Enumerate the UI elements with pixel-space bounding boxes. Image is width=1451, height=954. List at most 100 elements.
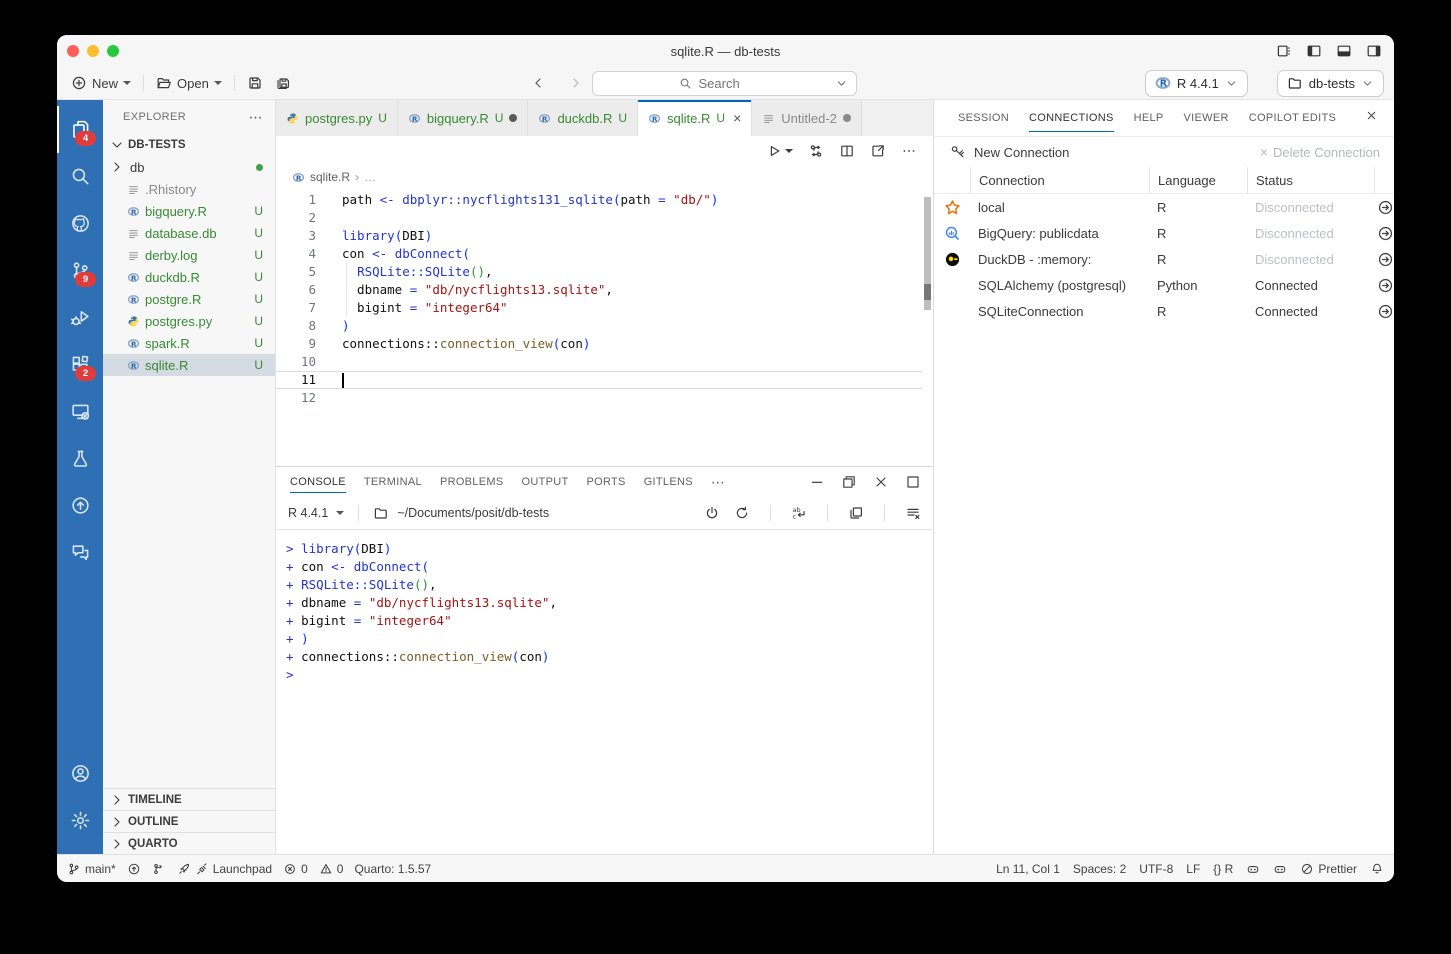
chevron-down-icon[interactable]: [835, 77, 848, 90]
sidebar-item-spark.R[interactable]: Rspark.RU: [103, 332, 275, 354]
toggle-panel-icon[interactable]: [1336, 43, 1352, 59]
navigate-back-icon[interactable]: [530, 75, 546, 91]
console-interpreter[interactable]: R 4.4.1: [288, 506, 328, 520]
right-tab-help[interactable]: HELP: [1134, 100, 1164, 136]
status-git-branch[interactable]: main*: [67, 862, 116, 876]
move-console-icon[interactable]: [848, 505, 864, 521]
right-tab-connections[interactable]: CONNECTIONS: [1029, 100, 1114, 136]
sidebar-item-database.db[interactable]: database.dbU: [103, 222, 275, 244]
split-editor-button[interactable]: [839, 143, 855, 159]
panel-tab-problems[interactable]: PROBLEMS: [440, 467, 504, 497]
shutdown-session-icon[interactable]: [704, 505, 720, 521]
code-editor[interactable]: 1path <- dbplyr::nycflights131_sqlite(pa…: [276, 189, 933, 466]
close-window-button[interactable]: [67, 45, 79, 57]
maximize-panel-button[interactable]: [905, 474, 921, 490]
sidebar-item-derby.log[interactable]: derby.logU: [103, 244, 275, 266]
activity-item-settings[interactable]: [57, 797, 103, 844]
column-header-status[interactable]: Status: [1247, 167, 1374, 193]
sidebar-item-db[interactable]: db: [103, 156, 275, 178]
connection-row-local[interactable]: localRDisconnected: [934, 194, 1394, 220]
status-copilot[interactable]: [1246, 862, 1260, 876]
source-script-button[interactable]: [808, 143, 824, 159]
breadcrumb[interactable]: R sqlite.R › …: [276, 165, 933, 189]
status-encoding[interactable]: UTF-8: [1139, 862, 1173, 876]
status-publish-changes[interactable]: [127, 862, 141, 876]
close-tab-icon[interactable]: ×: [733, 110, 741, 126]
sidebar-item-.Rhistory[interactable]: .Rhistory: [103, 178, 275, 200]
activity-item-extensions[interactable]: 2: [57, 341, 103, 388]
sidebar-item-postgres.py[interactable]: postgres.pyU: [103, 310, 275, 332]
panel-tab-output[interactable]: OUTPUT: [521, 467, 568, 497]
activity-item-search[interactable]: [57, 153, 103, 200]
tab-postgres.py[interactable]: postgres.pyU: [276, 100, 398, 136]
delete-connection-button[interactable]: × Delete Connection: [1260, 144, 1380, 160]
status-copilot-2[interactable]: [1273, 862, 1287, 876]
minimize-window-button[interactable]: [87, 45, 99, 57]
status-errors[interactable]: 0: [283, 862, 308, 876]
activity-item-run-and-debug[interactable]: [57, 294, 103, 341]
explorer-more-actions-icon[interactable]: ⋯: [249, 109, 263, 126]
close-right-panel-button[interactable]: [1365, 109, 1378, 127]
save-button[interactable]: [241, 75, 269, 91]
connection-row-SQLiteConnection[interactable]: SQLiteConnectionRConnected: [934, 298, 1394, 324]
clear-console-icon[interactable]: [905, 505, 921, 521]
open-button[interactable]: Open: [150, 75, 228, 91]
restore-panel-button[interactable]: [841, 474, 857, 490]
command-search-box[interactable]: [592, 71, 857, 96]
status-notifications[interactable]: [1370, 862, 1384, 876]
new-connection-button[interactable]: New Connection: [974, 145, 1069, 160]
workspace-picker[interactable]: db-tests: [1277, 70, 1384, 97]
activity-item-remote-explorer[interactable]: [57, 388, 103, 435]
status-gitlens[interactable]: [152, 862, 166, 876]
toggle-primary-sidebar-icon[interactable]: [1306, 43, 1322, 59]
connect-arrow-icon[interactable]: [1377, 225, 1394, 242]
interpreter-picker[interactable]: R R 4.4.1: [1145, 70, 1248, 97]
status-warnings[interactable]: 0: [319, 862, 344, 876]
console-output[interactable]: > library(DBI)+ con <- dbConnect(+ RSQLi…: [276, 530, 933, 854]
restart-session-icon[interactable]: [734, 505, 750, 521]
status-prettier[interactable]: Prettier: [1300, 862, 1357, 876]
tab-Untitled-2[interactable]: Untitled-2: [752, 100, 862, 136]
new-button[interactable]: New: [65, 75, 137, 91]
panel-tab-terminal[interactable]: TERMINAL: [364, 467, 422, 497]
toggle-secondary-sidebar-icon[interactable]: [1366, 43, 1382, 59]
tab-sqlite.R[interactable]: Rsqlite.RU×: [638, 100, 752, 136]
panel-tab-gitlens[interactable]: GITLENS: [644, 467, 693, 497]
activity-item-source-control[interactable]: 9: [57, 247, 103, 294]
tab-duckdb.R[interactable]: Rduckdb.RU: [528, 100, 638, 136]
activity-item-publish[interactable]: [57, 482, 103, 529]
activity-item-accounts[interactable]: [57, 750, 103, 797]
sidebar-section-timeline[interactable]: TIMELINE: [103, 788, 275, 810]
close-panel-button[interactable]: [873, 474, 889, 490]
connection-row-SQLAlchemy[interactable]: SQLAlchemy (postgresql)PythonConnected: [934, 272, 1394, 298]
activity-item-explorer[interactable]: 4: [57, 106, 103, 153]
minimize-panel-button[interactable]: [809, 474, 825, 490]
open-in-new-window-button[interactable]: [870, 143, 886, 159]
workspace-root-row[interactable]: DB-TESTS: [103, 134, 275, 156]
panel-tab-console[interactable]: CONSOLE: [290, 467, 346, 497]
sidebar-section-quarto[interactable]: QUARTO: [103, 832, 275, 854]
column-header-connection[interactable]: Connection: [970, 167, 1149, 193]
connect-arrow-icon[interactable]: [1377, 199, 1394, 216]
tab-bigquery.R[interactable]: Rbigquery.RU: [398, 100, 529, 136]
column-header-language[interactable]: Language: [1149, 167, 1247, 193]
status-launchpad[interactable]: Launchpad: [177, 862, 272, 876]
connect-arrow-icon[interactable]: [1377, 251, 1394, 268]
run-button[interactable]: [766, 143, 793, 159]
status-quarto-version[interactable]: Quarto: 1.5.57: [354, 862, 431, 876]
word-wrap-icon[interactable]: abc: [791, 505, 807, 521]
connect-arrow-icon[interactable]: [1377, 277, 1394, 294]
connect-arrow-icon[interactable]: [1377, 303, 1394, 320]
status-language-mode[interactable]: {} R: [1213, 862, 1233, 876]
search-input[interactable]: [697, 75, 771, 92]
right-tab-session[interactable]: SESSION: [958, 100, 1009, 136]
status-eol[interactable]: LF: [1186, 862, 1200, 876]
more-actions-button[interactable]: [901, 143, 917, 159]
connection-row-DuckDB[interactable]: DuckDB - :memory:RDisconnected: [934, 246, 1394, 272]
panel-tabs-overflow[interactable]: ⋯: [711, 467, 725, 497]
status-indentation[interactable]: Spaces: 2: [1073, 862, 1126, 876]
sidebar-item-bigquery.R[interactable]: Rbigquery.RU: [103, 200, 275, 222]
activity-item-testing[interactable]: [57, 435, 103, 482]
sidebar-section-outline[interactable]: OUTLINE: [103, 810, 275, 832]
status-cursor-position[interactable]: Ln 11, Col 1: [996, 862, 1060, 876]
